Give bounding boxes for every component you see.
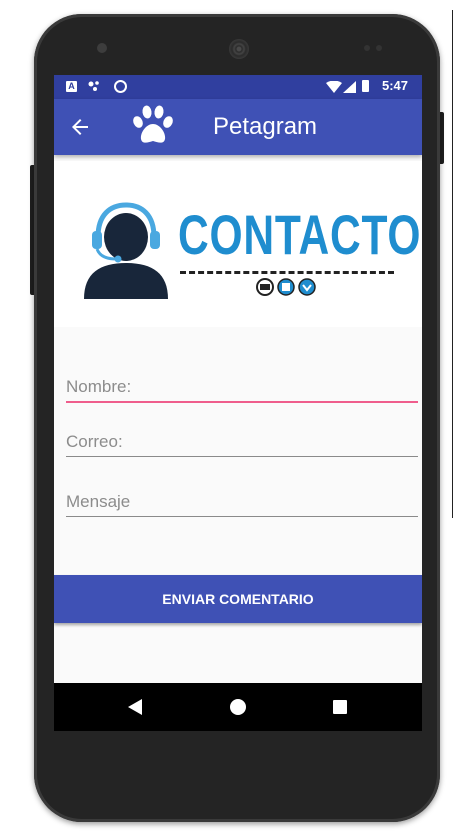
light-sensor <box>376 45 382 51</box>
message-underline <box>66 516 418 517</box>
email-underline <box>66 456 418 457</box>
name-underline <box>66 401 418 403</box>
app-bar: Petagram <box>54 99 422 155</box>
notification-ring-icon <box>114 80 127 93</box>
send-comment-button[interactable]: ENVIAR COMENTARIO <box>54 575 422 623</box>
app-title: Petagram <box>213 113 318 140</box>
message-field[interactable]: Mensaje <box>66 485 418 517</box>
dashed-divider <box>180 271 394 274</box>
device-screen: A 5:47 Petagram CONTACTO Nombre: Correo:… <box>54 75 422 731</box>
proximity-sensor <box>364 45 370 51</box>
back-button[interactable] <box>68 115 92 139</box>
circle-home-icon[interactable] <box>230 699 246 715</box>
side-divider <box>452 10 453 518</box>
message-placeholder: Mensaje <box>66 492 131 511</box>
triangle-back-icon[interactable] <box>128 699 142 715</box>
paw-icon <box>130 103 176 149</box>
name-field[interactable]: Nombre: <box>66 371 418 403</box>
email-field[interactable]: Correo: <box>66 427 418 457</box>
earpiece-speaker <box>229 39 249 59</box>
status-bar: A 5:47 <box>54 75 422 99</box>
contact-banner: CONTACTO <box>54 161 422 327</box>
notification-dots-icon <box>88 80 104 95</box>
navigation-bar <box>54 683 422 731</box>
contacto-heading: CONTACTO <box>178 203 422 266</box>
battery-icon <box>362 80 369 92</box>
email-placeholder: Correo: <box>66 432 123 451</box>
signal-icon <box>343 81 356 96</box>
headset-agent-icon <box>80 201 172 299</box>
arrow-left-icon <box>72 119 88 135</box>
wifi-icon <box>326 80 342 96</box>
contact-channel-icons <box>256 277 318 297</box>
front-camera <box>97 43 107 53</box>
status-time: 5:47 <box>382 78 409 93</box>
notification-a-icon: A <box>66 81 77 92</box>
name-placeholder: Nombre: <box>66 377 132 396</box>
square-recent-icon[interactable] <box>333 700 347 714</box>
